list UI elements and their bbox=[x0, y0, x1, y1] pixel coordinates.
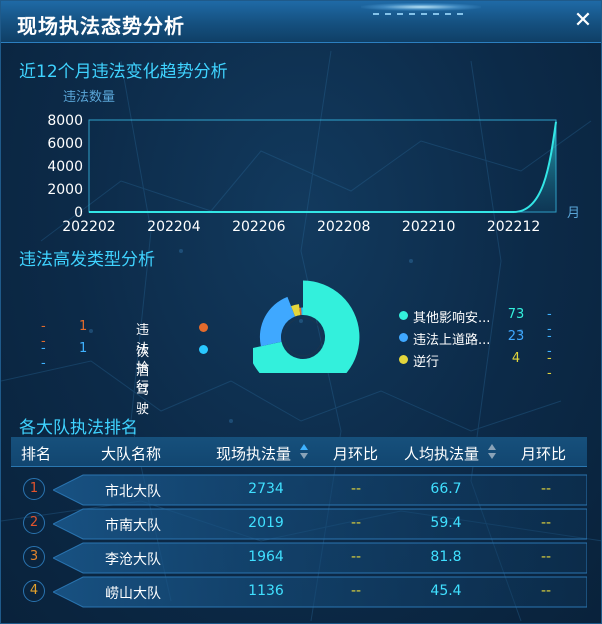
legend-label: 饮酒驾驶 bbox=[136, 345, 150, 417]
legend-value: 23 bbox=[507, 329, 525, 344]
y-axis-label: 违法数量 bbox=[63, 90, 115, 105]
avg-mom: -- bbox=[540, 481, 552, 497]
legend-label: 逆行 bbox=[413, 355, 440, 370]
legend-mom: -- bbox=[547, 351, 552, 381]
team-name: 李沧大队 bbox=[105, 552, 161, 568]
donut-inner-ring bbox=[283, 317, 323, 357]
trend-area bbox=[89, 121, 556, 212]
avg-mom: -- bbox=[540, 583, 552, 599]
rank-badge: 4 bbox=[23, 580, 45, 602]
x-tick-label: 202208 bbox=[317, 219, 370, 235]
y-tick-label: 2000 bbox=[47, 182, 83, 198]
legend-dot bbox=[199, 323, 208, 332]
per-capita-amount: 59.4 bbox=[430, 515, 462, 531]
table-row[interactable]: 2 市南大队 2019 -- 59.4 -- bbox=[11, 507, 587, 541]
avg-mom: -- bbox=[540, 515, 552, 531]
legend-dot bbox=[399, 311, 408, 320]
ranking-table-header: 排名 大队名称 现场执法量 月环比 人均执法量 月环比 bbox=[11, 437, 587, 467]
legend-mom: -- bbox=[41, 341, 46, 371]
header-avg[interactable]: 人均执法量 bbox=[404, 443, 479, 464]
y-tick-label: 6000 bbox=[47, 136, 83, 152]
situation-panel: 现场执法态势分析 ✕ 近12个月违法变化趋势分析 违法数量 8000 6000 40… bbox=[0, 0, 602, 624]
x-tick-label: 202212 bbox=[487, 219, 540, 235]
header-rank: 排名 bbox=[21, 445, 52, 463]
per-capita-amount: 81.8 bbox=[430, 549, 462, 565]
legend-label: 违法上道路... bbox=[413, 333, 491, 348]
avg-mom: -- bbox=[540, 549, 552, 565]
y-tick-label: 4000 bbox=[47, 159, 83, 175]
amount-mom: -- bbox=[350, 583, 362, 599]
x-tick-label: 202210 bbox=[402, 219, 455, 235]
rank-badge: 3 bbox=[23, 546, 45, 568]
per-capita-amount: 45.4 bbox=[430, 583, 462, 599]
trend-line bbox=[89, 121, 557, 213]
x-tick-label: 202204 bbox=[147, 219, 201, 235]
header-amount[interactable]: 现场执法量 bbox=[216, 443, 291, 464]
types-section-title: 违法高发类型分析 bbox=[19, 250, 155, 270]
table-row[interactable]: 4 崂山大队 1136 -- 45.4 -- bbox=[11, 575, 587, 609]
legend-dot bbox=[399, 333, 408, 342]
amount-mom: -- bbox=[350, 515, 362, 531]
header-mom: 月环比 bbox=[521, 445, 567, 463]
enforcement-amount: 1136 bbox=[248, 583, 284, 599]
close-icon[interactable]: ✕ bbox=[571, 10, 595, 34]
per-capita-amount: 66.7 bbox=[430, 481, 462, 497]
enforcement-amount: 2019 bbox=[248, 515, 284, 531]
rank-badge: 2 bbox=[23, 512, 45, 534]
header-mom: 月环比 bbox=[333, 445, 379, 463]
x-axis-label: 月 bbox=[567, 206, 580, 221]
table-row[interactable]: 1 市北大队 2734 -- 66.7 -- bbox=[11, 473, 587, 507]
legend-value: 1 bbox=[79, 341, 88, 356]
legend-dot bbox=[199, 345, 208, 354]
types-donut-chart bbox=[253, 280, 360, 373]
table-row[interactable]: 3 李沧大队 1964 -- 81.8 -- bbox=[11, 541, 587, 575]
amount-mom: -- bbox=[350, 549, 362, 565]
window-title: 现场执法态势分析 bbox=[17, 14, 185, 38]
donut-slice[interactable] bbox=[259, 296, 296, 347]
legend-value: 1 bbox=[79, 319, 88, 334]
trend-line-chart: 违法数量 80006000400020000 202202 202204 20220… bbox=[47, 90, 580, 235]
legend-dot bbox=[399, 355, 408, 364]
amount-mom: -- bbox=[350, 481, 362, 497]
legend-value: 4 bbox=[511, 351, 521, 366]
y-tick-label: 8000 bbox=[47, 113, 83, 129]
x-tick-label: 202202 bbox=[62, 219, 115, 235]
trend-section-title: 近12个月违法变化趋势分析 bbox=[19, 62, 228, 82]
enforcement-amount: 1964 bbox=[248, 549, 284, 565]
team-name: 市南大队 bbox=[105, 518, 161, 534]
plot-frame bbox=[88, 119, 557, 213]
legend-value: 73 bbox=[507, 307, 525, 322]
title-bar: 现场执法态势分析 ✕ bbox=[1, 1, 601, 43]
ranking-section-title: 各大队执法排名 bbox=[19, 418, 138, 438]
team-name: 市北大队 bbox=[105, 484, 161, 500]
x-tick-label: 202206 bbox=[232, 219, 286, 235]
enforcement-amount: 2734 bbox=[248, 481, 284, 497]
title-decoration bbox=[373, 13, 463, 15]
team-name: 崂山大队 bbox=[105, 586, 161, 602]
sort-icon[interactable] bbox=[488, 444, 496, 460]
rank-badge: 1 bbox=[23, 478, 45, 500]
sort-icon[interactable] bbox=[300, 444, 308, 460]
title-glow bbox=[361, 3, 481, 11]
legend-label: 其他影响安... bbox=[413, 311, 491, 326]
header-team: 大队名称 bbox=[101, 445, 162, 463]
